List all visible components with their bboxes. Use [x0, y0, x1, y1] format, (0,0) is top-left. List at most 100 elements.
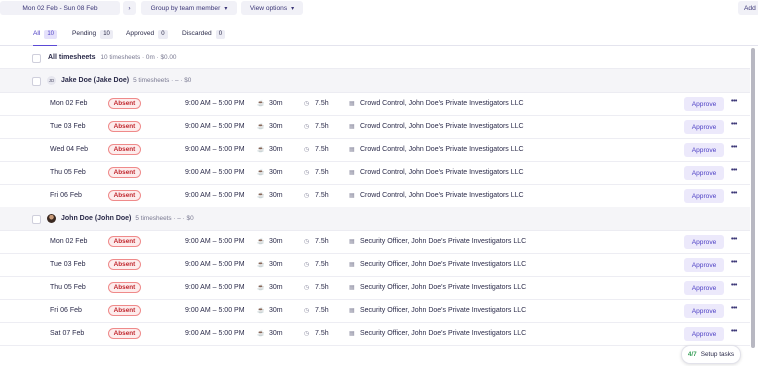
hours-worked: 7.5h: [315, 307, 329, 314]
vertical-scrollbar[interactable]: [751, 48, 755, 348]
coffee-cup-icon: ☕: [257, 124, 265, 130]
shift-time: 9:00 AM – 5:00 PM: [185, 192, 245, 199]
team-member-group-header[interactable]: John Doe (John Doe) 5 timesheets · – · $0: [0, 207, 750, 231]
shift-time: 9:00 AM – 5:00 PM: [185, 261, 245, 268]
hours-worked: 7.5h: [315, 284, 329, 291]
more-dots-icon[interactable]: •••: [731, 98, 737, 105]
position-location: Security Officer, John Doe's Private Inv…: [360, 284, 527, 291]
date-range-label: Mon 02 Feb - Sun 08 Feb: [22, 4, 98, 12]
building-icon: ▦: [349, 124, 355, 130]
position-location: Crowd Control, John Doe's Private Invest…: [360, 192, 524, 199]
tab-count-badge: 0: [158, 30, 168, 39]
timesheet-row[interactable]: Wed 04 Feb Absent 9:00 AM – 5:00 PM ☕ 30m ◷ 7.…: [0, 139, 750, 162]
approve-button[interactable]: Approve: [684, 97, 724, 111]
building-icon: ▦: [349, 101, 355, 107]
break-duration: 30m: [269, 123, 283, 130]
building-icon: ▦: [349, 170, 355, 176]
tab-label: Pending: [72, 30, 97, 37]
tab-label: Discarded: [182, 30, 212, 37]
toolbar: Mon 02 Feb - Sun 08 Feb › Group by team …: [0, 0, 758, 17]
select-all-checkbox[interactable]: [32, 54, 41, 63]
shift-time: 9:00 AM – 5:00 PM: [185, 238, 245, 245]
approve-button[interactable]: Approve: [684, 189, 724, 203]
avatar: JD: [47, 76, 56, 85]
approve-button[interactable]: Approve: [684, 281, 724, 295]
approve-button[interactable]: Approve: [684, 166, 724, 180]
timesheet-row[interactable]: Tue 03 Feb Absent 9:00 AM – 5:00 PM ☕ 30m ◷ 7.…: [0, 254, 750, 277]
timesheet-row[interactable]: Fri 06 Feb Absent 9:00 AM – 5:00 PM ☕ 30m ◷ 7.…: [0, 300, 750, 323]
coffee-cup-icon: ☕: [257, 308, 265, 314]
timesheet-row[interactable]: Thu 05 Feb Absent 9:00 AM – 5:00 PM ☕ 30m ◷ 7.…: [0, 162, 750, 185]
more-dots-icon[interactable]: •••: [731, 236, 737, 243]
view-options-dropdown[interactable]: View options ▾: [241, 1, 303, 15]
setup-tasks-button[interactable]: 4/7 Setup tasks: [681, 345, 741, 364]
approve-button[interactable]: Approve: [684, 120, 724, 134]
team-member-group-header[interactable]: JD Jake Doe (Jake Doe) 5 timesheets · – · …: [0, 69, 750, 93]
position-location: Security Officer, John Doe's Private Inv…: [360, 307, 527, 314]
team-member-name: John Doe (John Doe): [61, 215, 132, 222]
approve-button[interactable]: Approve: [684, 235, 724, 249]
approve-button[interactable]: Approve: [684, 304, 724, 318]
approve-button[interactable]: Approve: [684, 143, 724, 157]
hours-worked: 7.5h: [315, 238, 329, 245]
break-duration: 30m: [269, 100, 283, 107]
position-location: Crowd Control, John Doe's Private Invest…: [360, 146, 524, 153]
timesheet-date: Wed 04 Feb: [50, 146, 89, 153]
coffee-cup-icon: ☕: [257, 262, 265, 268]
coffee-cup-icon: ☕: [257, 239, 265, 245]
timesheet-date: Mon 02 Feb: [50, 238, 88, 245]
team-member-detail: 5 timesheets · – · $0: [133, 77, 192, 84]
group-by-dropdown[interactable]: Group by team member ▾: [141, 1, 237, 15]
status-badge: Absent: [108, 121, 141, 132]
tab-pending[interactable]: Pending 10: [72, 30, 113, 45]
building-icon: ▦: [349, 262, 355, 268]
team-member-detail: 5 timesheets · – · $0: [135, 215, 194, 222]
more-dots-icon[interactable]: •••: [731, 121, 737, 128]
tab-discarded[interactable]: Discarded 0: [182, 30, 226, 45]
status-badge: Absent: [108, 144, 141, 155]
more-dots-icon[interactable]: •••: [731, 259, 737, 266]
shift-time: 9:00 AM – 5:00 PM: [185, 284, 245, 291]
break-duration: 30m: [269, 169, 283, 176]
tab-all[interactable]: All 10: [33, 30, 58, 46]
group-select-checkbox[interactable]: [32, 77, 41, 86]
status-tabs: All 10 Pending 10 Approved 0 Discarded 0: [0, 26, 758, 46]
more-dots-icon[interactable]: •••: [731, 328, 737, 335]
avatar: [47, 214, 56, 223]
next-week-button[interactable]: ›: [123, 1, 136, 15]
timesheet-date: Thu 05 Feb: [50, 169, 86, 176]
coffee-cup-icon: ☕: [257, 285, 265, 291]
approve-button[interactable]: Approve: [684, 327, 724, 341]
date-range-picker[interactable]: Mon 02 Feb - Sun 08 Feb: [0, 1, 120, 15]
clock-icon: ◷: [304, 124, 310, 130]
tab-approved[interactable]: Approved 0: [126, 30, 168, 45]
hours-worked: 7.5h: [315, 330, 329, 337]
break-duration: 30m: [269, 238, 283, 245]
more-dots-icon[interactable]: •••: [731, 282, 737, 289]
building-icon: ▦: [349, 285, 355, 291]
timesheet-row[interactable]: Tue 03 Feb Absent 9:00 AM – 5:00 PM ☕ 30m ◷ 7.…: [0, 116, 750, 139]
building-icon: ▦: [349, 239, 355, 245]
add-button[interactable]: Add: [738, 1, 758, 15]
more-dots-icon[interactable]: •••: [731, 305, 737, 312]
clock-icon: ◷: [304, 101, 310, 107]
approve-button[interactable]: Approve: [684, 258, 724, 272]
tab-count-badge: 10: [100, 30, 113, 39]
building-icon: ▦: [349, 308, 355, 314]
status-badge: Absent: [108, 328, 141, 339]
building-icon: ▦: [349, 147, 355, 153]
coffee-cup-icon: ☕: [257, 101, 265, 107]
more-dots-icon[interactable]: •••: [731, 144, 737, 151]
timesheet-row[interactable]: Fri 06 Feb Absent 9:00 AM – 5:00 PM ☕ 30m ◷ 7.…: [0, 185, 750, 208]
timesheet-row[interactable]: Sat 07 Feb Absent 9:00 AM – 5:00 PM ☕ 30m ◷ 7.…: [0, 323, 750, 346]
more-dots-icon[interactable]: •••: [731, 190, 737, 197]
timesheet-row[interactable]: Mon 02 Feb Absent 9:00 AM – 5:00 PM ☕ 30m ◷ 7.…: [0, 231, 750, 254]
status-badge: Absent: [108, 259, 141, 270]
group-select-checkbox[interactable]: [32, 215, 41, 224]
timesheet-row[interactable]: Thu 05 Feb Absent 9:00 AM – 5:00 PM ☕ 30m ◷ 7.…: [0, 277, 750, 300]
all-timesheets-summary: All timesheets 10 timesheets · 0m · $0.0…: [48, 54, 176, 61]
position-location: Security Officer, John Doe's Private Inv…: [360, 261, 527, 268]
break-duration: 30m: [269, 307, 283, 314]
timesheet-row[interactable]: Mon 02 Feb Absent 9:00 AM – 5:00 PM ☕ 30m ◷ 7.…: [0, 93, 750, 116]
more-dots-icon[interactable]: •••: [731, 167, 737, 174]
